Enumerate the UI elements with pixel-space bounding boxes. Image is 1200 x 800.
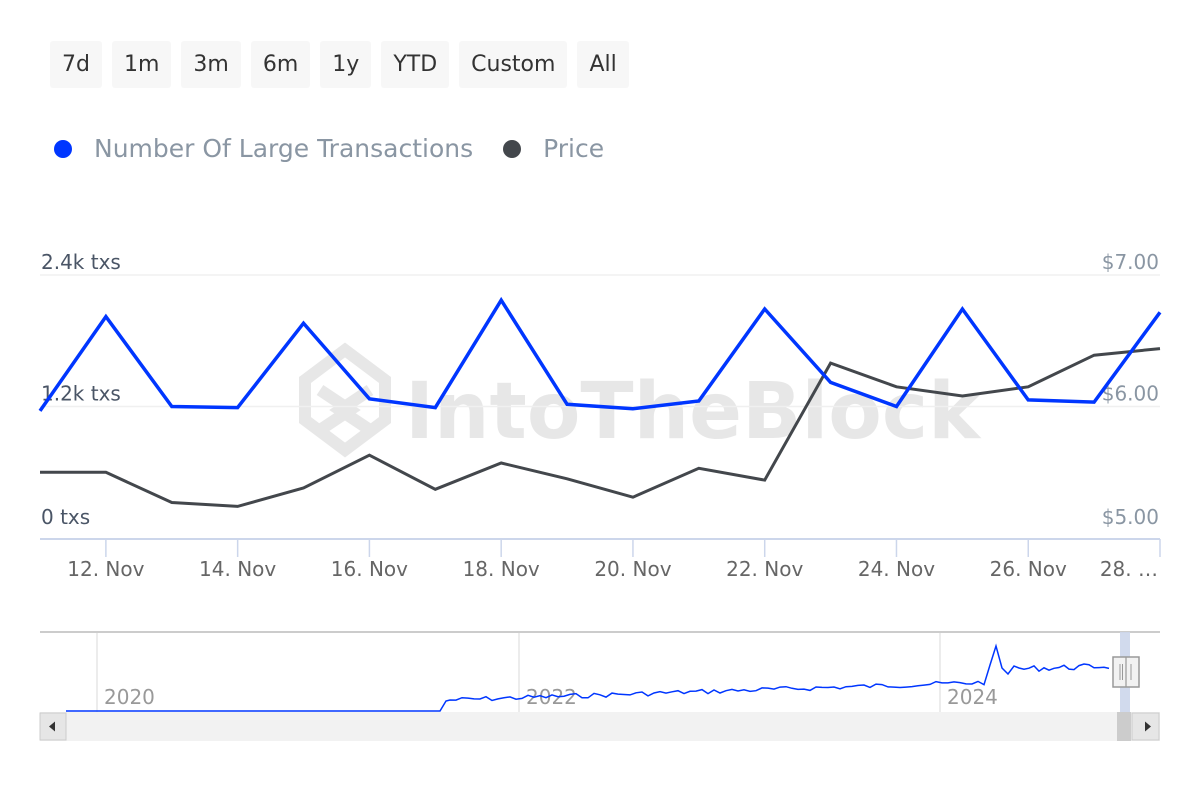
scrollbar-thumb[interactable] [1117, 712, 1131, 741]
y-right-tick-label: $6.00 [1102, 382, 1159, 406]
y-right-tick-label: $7.00 [1102, 250, 1159, 274]
scroll-left-button[interactable] [39, 712, 67, 741]
navigator-year-label: 2020 [104, 685, 155, 709]
scrollbar-track[interactable] [40, 712, 1160, 741]
y-axis-right: $5.00 $6.00 $7.00 [1102, 250, 1159, 529]
chart-svg: IntoTheBlock 0 txs1.2k txs2.4k txs $5.00… [38, 250, 1162, 741]
x-tick-label: 20. Nov [594, 557, 671, 581]
y-right-tick-label: $5.00 [1102, 505, 1159, 529]
navigator: 2020 2022 2024 [39, 631, 1160, 741]
x-tick-label: 18. Nov [463, 557, 540, 581]
x-tick-label: 12. Nov [67, 557, 144, 581]
navigator-year-label: 2024 [947, 685, 998, 709]
x-axis: 12. Nov 14. Nov 16. Nov 18. Nov 20. Nov 22. N… [67, 539, 1161, 581]
y-left-tick-label: 2.4k txs [41, 250, 121, 274]
x-tick-label: 16. Nov [331, 557, 408, 581]
y-left-tick-label: 0 txs [41, 505, 90, 529]
x-tick-label: 28. … [1100, 557, 1158, 581]
x-tick-label: 26. Nov [990, 557, 1067, 581]
watermark-text: IntoTheBlock [405, 367, 982, 457]
navigator-years: 2020 2022 2024 [96, 633, 998, 712]
x-tick-label: 24. Nov [858, 557, 935, 581]
x-tick-label: 22. Nov [726, 557, 803, 581]
x-tick-label: 14. Nov [199, 557, 276, 581]
navigator-handle[interactable] [1112, 656, 1140, 688]
scroll-right-button[interactable] [1131, 712, 1160, 741]
